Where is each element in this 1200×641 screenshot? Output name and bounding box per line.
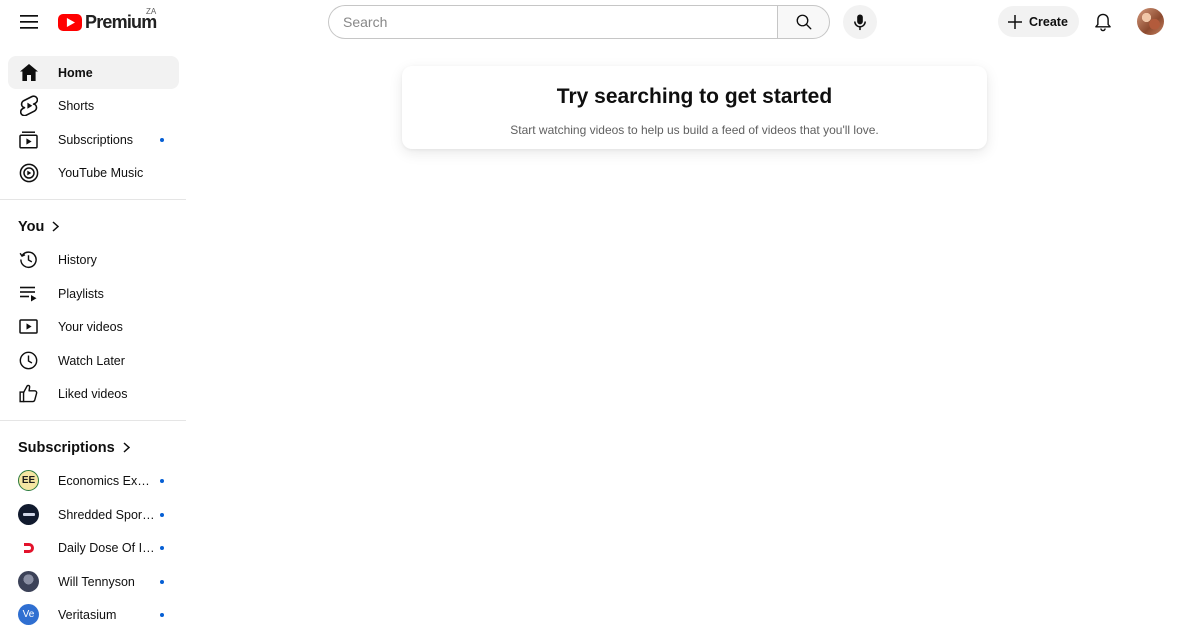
- sidebar-item-playlists[interactable]: Playlists: [8, 277, 179, 310]
- search-button[interactable]: [777, 5, 830, 39]
- youtube-play-icon: [58, 13, 82, 31]
- home-icon: [18, 62, 39, 83]
- hamburger-icon: [20, 15, 38, 29]
- bell-icon: [1095, 13, 1111, 31]
- sidebar-divider: [0, 199, 186, 200]
- youtube-premium-logo[interactable]: Premium ZA: [58, 7, 157, 34]
- sidebar-item-watch-later[interactable]: Watch Later: [8, 344, 179, 377]
- sidebar-channel-shredded-sports-science[interactable]: Shredded Sports Science: [8, 498, 179, 531]
- channel-avatar: [18, 537, 39, 558]
- sidebar-item-your-videos[interactable]: Your videos: [8, 310, 179, 343]
- chevron-right-icon: [123, 442, 130, 453]
- sidebar-item-subscriptions[interactable]: Subscriptions: [8, 123, 179, 156]
- channel-name: Veritasium: [58, 607, 117, 622]
- subscriptions-icon: [18, 129, 39, 150]
- account-avatar[interactable]: [1137, 8, 1164, 35]
- sidebar-item-label: Subscriptions: [58, 132, 134, 147]
- channel-avatar: Ve: [18, 604, 39, 625]
- sidebar-divider: [0, 420, 186, 421]
- channel-name: Economics Explained: [58, 473, 156, 488]
- sidebar-item-label: Liked videos: [58, 386, 128, 401]
- sidebar-item-youtube-music[interactable]: YouTube Music: [8, 156, 179, 189]
- sidebar-item-label: Playlists: [58, 286, 104, 301]
- sidebar-item-shorts[interactable]: Shorts: [8, 89, 179, 122]
- sidebar-item-label: Shorts: [58, 98, 95, 113]
- sidebar-channel-veritasium[interactable]: Ve Veritasium: [8, 598, 179, 631]
- new-content-dot: [160, 138, 164, 142]
- search-bar: [328, 5, 830, 39]
- you-section-title: You: [18, 218, 45, 235]
- search-input[interactable]: [343, 14, 777, 30]
- you-section-header[interactable]: You: [8, 210, 179, 243]
- your-videos-icon: [18, 316, 39, 337]
- channel-name: Daily Dose Of Internet: [58, 540, 156, 555]
- sidebar-item-label: Watch Later: [58, 353, 125, 368]
- masthead: Premium ZA Create: [0, 0, 1200, 56]
- history-icon: [18, 249, 39, 270]
- channel-name: Shredded Sports Science: [58, 507, 156, 522]
- notifications-button[interactable]: [1086, 5, 1120, 39]
- sidebar-item-home[interactable]: Home: [8, 56, 179, 89]
- voice-search-button[interactable]: [843, 5, 877, 39]
- watch-later-icon: [18, 350, 39, 371]
- new-content-dot: [160, 613, 164, 617]
- new-content-dot: [160, 479, 164, 483]
- search-icon: [796, 14, 811, 30]
- subscriptions-section-header[interactable]: Subscriptions: [8, 431, 179, 464]
- sidebar: Home Shorts Subscriptions YouTube Music …: [0, 56, 186, 641]
- sidebar-channel-will-tennyson[interactable]: Will Tennyson: [8, 565, 179, 598]
- sidebar-item-label: Home: [58, 65, 93, 80]
- subscriptions-section-title: Subscriptions: [18, 439, 115, 456]
- sidebar-item-label: YouTube Music: [58, 165, 144, 180]
- sidebar-item-history[interactable]: History: [8, 243, 179, 276]
- sidebar-item-label: Your videos: [58, 319, 123, 334]
- sidebar-channel-daily-dose-of-internet[interactable]: Daily Dose Of Internet: [8, 531, 179, 564]
- chevron-right-icon: [52, 221, 60, 232]
- sidebar-item-label: History: [58, 252, 97, 267]
- sidebar-channel-economics-explained[interactable]: EE Economics Explained: [8, 464, 179, 497]
- new-content-dot: [160, 513, 164, 517]
- channel-avatar: [18, 571, 39, 592]
- sidebar-item-liked-videos[interactable]: Liked videos: [8, 377, 179, 410]
- thumbs-up-icon: [18, 383, 39, 404]
- shorts-icon: [18, 95, 39, 116]
- playlists-icon: [18, 283, 39, 304]
- empty-feed-card: Try searching to get started Start watch…: [402, 66, 987, 149]
- channel-avatar: [18, 504, 39, 525]
- youtube-music-icon: [18, 162, 39, 183]
- empty-feed-title: Try searching to get started: [556, 85, 833, 108]
- create-label: Create: [1029, 14, 1068, 29]
- new-content-dot: [160, 580, 164, 584]
- microphone-icon: [854, 13, 866, 30]
- channel-avatar: EE: [18, 470, 39, 491]
- new-content-dot: [160, 546, 164, 550]
- plus-icon: [1008, 14, 1022, 29]
- create-button[interactable]: Create: [998, 6, 1079, 37]
- channel-name: Will Tennyson: [58, 574, 135, 589]
- guide-menu-button[interactable]: [12, 5, 46, 39]
- region-code: ZA: [146, 7, 157, 16]
- empty-feed-subtitle: Start watching videos to help us build a…: [510, 123, 879, 137]
- search-box: [328, 5, 777, 39]
